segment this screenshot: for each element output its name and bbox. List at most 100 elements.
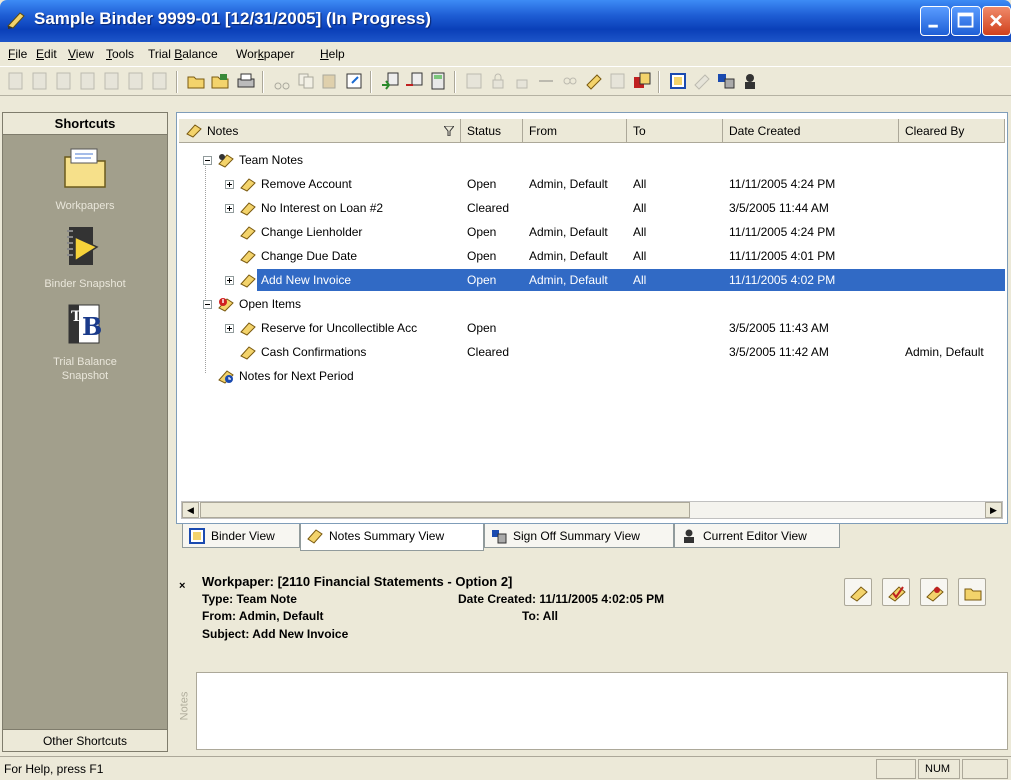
shortcuts-header[interactable]: Shortcuts — [3, 113, 167, 135]
close-button[interactable] — [982, 6, 1011, 36]
column-cleared-by[interactable]: Cleared By — [899, 119, 1005, 143]
menu-edit[interactable]: Edit — [36, 47, 57, 61]
column-date-created[interactable]: Date Created — [723, 119, 899, 143]
notes-list[interactable]: Notes Status From To Date Created Cleare… — [176, 112, 1008, 524]
lock-icon[interactable] — [488, 71, 508, 91]
scroll-thumb[interactable] — [200, 502, 690, 518]
minimize-button[interactable] — [920, 6, 950, 36]
expand-toggle[interactable] — [225, 180, 234, 189]
trial-balance-import-icon[interactable] — [380, 71, 400, 91]
shortcut-label: Binder Snapshot — [44, 278, 126, 290]
trial-balance-export-icon[interactable] — [404, 71, 424, 91]
note-type: Type: Team Note — [202, 592, 297, 606]
note-detail-pane: × Notes Workpaper: [2110 Financial State… — [176, 564, 1008, 752]
reply-note-button[interactable] — [920, 578, 948, 606]
workpaper-properties-icon[interactable] — [78, 71, 98, 91]
close-pane-button[interactable]: × — [179, 580, 185, 592]
table-row[interactable]: Cash Confirmations Cleared 3/5/2005 11:4… — [179, 341, 1005, 365]
notes-view-icon[interactable] — [692, 71, 712, 91]
trial-balance-icon: B T — [68, 304, 102, 344]
tree-group-team-notes[interactable]: Team Notes — [179, 149, 1005, 173]
folder-icon — [64, 148, 106, 188]
expand-toggle[interactable] — [225, 204, 234, 213]
chain-icon[interactable] — [560, 71, 580, 91]
copy-icon[interactable] — [296, 71, 316, 91]
note-body-text[interactable] — [196, 672, 1008, 750]
toolbar-separator — [658, 71, 660, 93]
table-row[interactable]: Change Due Date Open Admin, Default All … — [179, 245, 1005, 269]
clear-note-button[interactable] — [882, 578, 910, 606]
note-icon — [240, 346, 256, 360]
table-row[interactable]: Remove Account Open Admin, Default All 1… — [179, 173, 1005, 197]
column-notes[interactable]: Notes — [179, 119, 461, 143]
copy-to-binder-icon[interactable] — [632, 71, 652, 91]
note-subject: Subject: Add New Invoice — [202, 627, 349, 641]
collapse-toggle[interactable] — [203, 300, 212, 309]
table-row-selected[interactable]: Add New Invoice Open Admin, Default All … — [179, 269, 1005, 293]
delete-workpaper-icon[interactable] — [102, 71, 122, 91]
shortcut-binder-snapshot[interactable]: Binder Snapshot — [3, 223, 167, 291]
column-from[interactable]: From — [523, 119, 627, 143]
expand-toggle[interactable] — [225, 276, 234, 285]
column-status[interactable]: Status — [461, 119, 523, 143]
scroll-left-button[interactable]: ◀ — [182, 502, 199, 518]
paste-icon[interactable] — [320, 71, 340, 91]
table-row[interactable]: Change Lienholder Open Admin, Default Al… — [179, 221, 1005, 245]
shortcut-workpapers[interactable]: Workpapers — [3, 145, 167, 213]
horizontal-scrollbar[interactable]: ◀ ▶ — [181, 501, 1003, 519]
new-workpaper-icon[interactable] — [6, 71, 26, 91]
note-icon — [240, 274, 256, 288]
toolbar-separator — [176, 71, 178, 93]
open-binder-icon[interactable] — [210, 71, 230, 91]
tab-notes-summary-view[interactable]: Notes Summary View — [300, 524, 484, 551]
tab-binder-view[interactable]: Binder View — [182, 524, 300, 548]
column-to[interactable]: To — [627, 119, 723, 143]
filter-icon[interactable] — [444, 126, 454, 136]
maximize-button[interactable] — [951, 6, 981, 36]
toolbar — [0, 66, 1011, 96]
tree-group-open-items[interactable]: Open Items — [179, 293, 1005, 317]
add-note-button[interactable] — [844, 578, 872, 606]
view-tabs: Binder View Notes Summary View Sign Off … — [176, 524, 1008, 552]
title-bar[interactable]: Sample Binder 9999-01 [12/31/2005] (In P… — [0, 0, 1011, 42]
copy-workpaper-icon[interactable] — [30, 71, 50, 91]
cleanup-icon[interactable] — [344, 71, 364, 91]
open-document-icon[interactable] — [150, 71, 170, 91]
menu-view[interactable]: View — [68, 47, 94, 61]
open-folder-icon[interactable] — [186, 71, 206, 91]
open-items-icon — [218, 298, 234, 312]
menu-workpaper[interactable]: Workpaper — [236, 47, 294, 61]
unlock-icon[interactable] — [512, 71, 532, 91]
table-row[interactable]: Reserve for Uncollectible Acc Open 3/5/2… — [179, 317, 1005, 341]
menu-tools[interactable]: Tools — [106, 47, 134, 61]
tab-sign-off-summary-view[interactable]: Sign Off Summary View — [484, 524, 674, 548]
status-panel — [962, 759, 1008, 779]
note-add-icon[interactable] — [584, 71, 604, 91]
refresh-icon[interactable] — [464, 71, 484, 91]
tree-group-notes-next-period[interactable]: Notes for Next Period — [179, 365, 1005, 389]
expand-toggle[interactable] — [225, 324, 234, 333]
shortcut-trial-balance-snapshot[interactable]: B T Trial Balance Snapshot — [3, 301, 167, 383]
current-editor-icon[interactable] — [740, 71, 760, 91]
binder-view-icon[interactable] — [668, 71, 688, 91]
note-icon — [240, 202, 256, 216]
menu-file[interactable]: File — [8, 47, 27, 61]
note-to: To: All — [522, 609, 558, 623]
import-workpaper-icon[interactable] — [54, 71, 74, 91]
table-row[interactable]: No Interest on Loan #2 Cleared All 3/5/2… — [179, 197, 1005, 221]
calculator-icon[interactable] — [428, 71, 448, 91]
signoff-icon[interactable] — [126, 71, 146, 91]
other-shortcuts-button[interactable]: Other Shortcuts — [3, 729, 167, 751]
scroll-right-button[interactable]: ▶ — [985, 502, 1002, 518]
menu-help[interactable]: Help — [320, 47, 345, 61]
collapse-toggle[interactable] — [203, 156, 212, 165]
link-icon[interactable] — [536, 71, 556, 91]
print-icon[interactable] — [236, 71, 256, 91]
menu-trial-balance[interactable]: Trial Balance — [148, 47, 218, 61]
signoff-summary-icon[interactable] — [716, 71, 736, 91]
cut-icon[interactable] — [272, 71, 292, 91]
reference-icon[interactable] — [608, 71, 628, 91]
tab-current-editor-view[interactable]: Current Editor View — [674, 524, 840, 548]
open-workpaper-button[interactable] — [958, 578, 986, 606]
app-pencil-icon — [7, 12, 25, 29]
